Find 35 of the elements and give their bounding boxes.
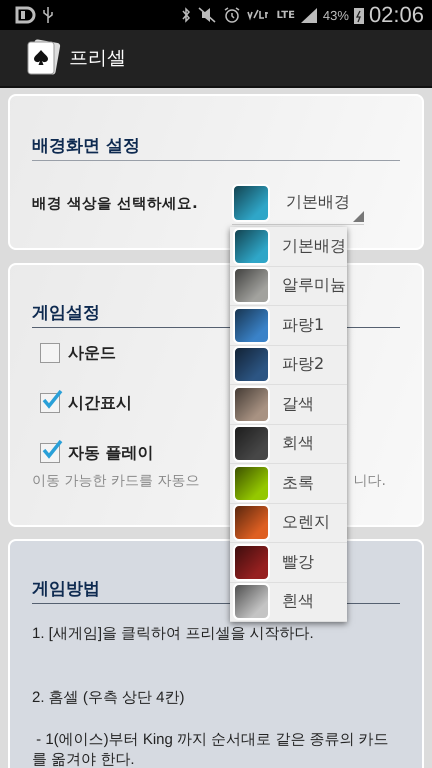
app-logo-icon: [14, 6, 36, 24]
usb-icon: [42, 6, 54, 24]
battery-charging-icon: [354, 6, 364, 24]
checkbox-label: 자동 플레이: [68, 442, 154, 464]
dropdown-item[interactable]: 파랑1: [230, 306, 347, 346]
hint-text: 니다.: [354, 472, 386, 490]
alarm-icon: [222, 6, 241, 24]
dropdown-item[interactable]: 초록: [230, 464, 347, 504]
dropdown-item[interactable]: 파랑2: [230, 346, 347, 385]
bluetooth-icon: [180, 7, 191, 23]
dropdown-item[interactable]: 기본배경: [230, 227, 347, 266]
dropdown-item[interactable]: 회색: [230, 424, 347, 464]
app-title: 프리셀: [69, 46, 126, 71]
dropdown-item[interactable]: 알루미늄: [230, 266, 347, 306]
corner-triangle-icon: [353, 211, 364, 222]
color-label: 배경 색상을 선택하세요.: [32, 194, 199, 212]
help-paragraph: 2. 홈셀 (우측 상단 4칸): [32, 688, 186, 708]
dropdown-item[interactable]: 흰색: [230, 582, 347, 622]
dropdown-item[interactable]: 빨강: [230, 543, 347, 582]
spade-card-icon: [25, 39, 61, 77]
checkbox-label: 시간표시: [68, 392, 132, 414]
help-paragraph: 1. [새게임]을 클릭하여 프리셀을 시작하다.: [32, 624, 315, 644]
checkbox[interactable]: [40, 343, 60, 363]
dropdown-item[interactable]: 오렌지: [230, 504, 347, 543]
dropdown-item[interactable]: 갈색: [230, 385, 347, 424]
checkbox-label: 사운드: [68, 342, 116, 364]
signal-icon: [300, 7, 318, 23]
help-paragraph: - 1(에이스)부터 King 까지 순서대로 같은 종류의 카드를 옮겨야 한다.: [32, 730, 390, 768]
hint-text: 이동 가능한 카드를 자동으: [32, 472, 200, 490]
network-type: LTE: [276, 10, 295, 20]
clock: 02:06: [368, 2, 424, 28]
section-heading: 배경화면 설정: [32, 134, 400, 161]
battery-percent: 43%: [322, 8, 349, 22]
color-spinner[interactable]: 기본배경: [232, 181, 364, 225]
mute-icon: [196, 7, 218, 23]
